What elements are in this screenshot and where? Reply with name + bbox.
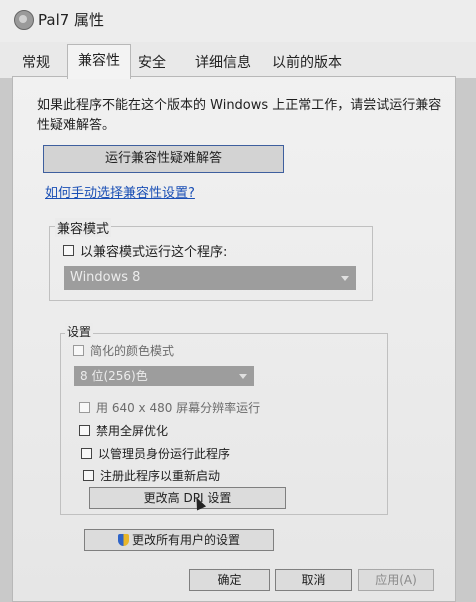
run-as-admin-checkbox[interactable] — [81, 447, 92, 459]
reduced-color-label: 简化的颜色模式 — [90, 343, 175, 358]
reduced-color-checkbox[interactable] — [73, 344, 84, 356]
change-all-users-label: 更改所有用户的设置 — [131, 533, 240, 547]
description-text: 如果此程序不能在这个版本的 Windows 上正常工作，请尝试运行兼容性疑难解答… — [37, 98, 442, 133]
ok-button[interactable]: 确定 — [189, 569, 270, 591]
res-640-label: 用 640 x 480 屏幕分辨率运行 — [96, 400, 261, 415]
compat-mode-checkbox-row[interactable]: 以兼容模式运行这个程序: — [63, 241, 228, 260]
app-icon — [14, 10, 34, 30]
tab-security[interactable]: 安全 — [131, 49, 173, 77]
tab-general[interactable]: 常规 — [14, 49, 58, 77]
run-as-admin-label: 以管理员身份运行此程序 — [98, 446, 231, 461]
color-depth-select[interactable]: 8 位(256)色 — [74, 366, 254, 386]
tab-compatibility[interactable]: 兼容性 — [67, 44, 131, 79]
reduced-color-row[interactable]: 简化的颜色模式 — [73, 341, 174, 359]
tab-previous-versions[interactable]: 以前的版本 — [262, 49, 352, 77]
disable-fullscreen-label: 禁用全屏优化 — [96, 423, 169, 438]
register-restart-label: 注册此程序以重新启动 — [100, 468, 221, 483]
res-640-checkbox[interactable] — [79, 401, 90, 413]
compat-mode-checkbox-label: 以兼容模式运行这个程序: — [80, 244, 228, 260]
uac-shield-icon — [117, 534, 129, 546]
title-bar: Pal7 属性 — [0, 0, 476, 42]
compat-mode-label: 兼容模式 — [55, 218, 112, 237]
tab-details[interactable]: 详细信息 — [188, 49, 258, 77]
settings-label: 设置 — [65, 323, 94, 340]
window-title: Pal7 属性 — [38, 11, 105, 29]
run-troubleshooter-button[interactable]: 运行兼容性疑难解答 — [43, 145, 284, 173]
os-select[interactable]: Windows 8 — [64, 266, 356, 290]
color-depth-value: 8 位(256)色 — [80, 369, 148, 383]
manual-settings-link[interactable]: 如何手动选择兼容性设置? — [45, 182, 195, 201]
res-640-row[interactable]: 用 640 x 480 屏幕分辨率运行 — [79, 398, 260, 416]
disable-fullscreen-checkbox[interactable] — [79, 424, 90, 436]
register-restart-checkbox[interactable] — [83, 469, 94, 481]
apply-button[interactable]: 应用(A) — [358, 569, 434, 591]
compat-mode-checkbox[interactable] — [63, 244, 74, 256]
chevron-down-icon — [341, 276, 349, 281]
tab-strip: 常规 兼容性 安全 详细信息 以前的版本 — [0, 42, 476, 79]
change-all-users-button[interactable]: 更改所有用户的设置 — [84, 529, 274, 551]
os-select-value: Windows 8 — [70, 270, 141, 285]
disable-fullscreen-row[interactable]: 禁用全屏优化 — [79, 421, 168, 439]
cancel-button[interactable]: 取消 — [275, 569, 352, 591]
chevron-down-icon — [239, 374, 247, 379]
run-as-admin-row[interactable]: 以管理员身份运行此程序 — [81, 444, 230, 462]
change-dpi-button[interactable]: 更改高 DPI 设置 — [89, 487, 286, 509]
register-restart-row[interactable]: 注册此程序以重新启动 — [83, 466, 220, 484]
